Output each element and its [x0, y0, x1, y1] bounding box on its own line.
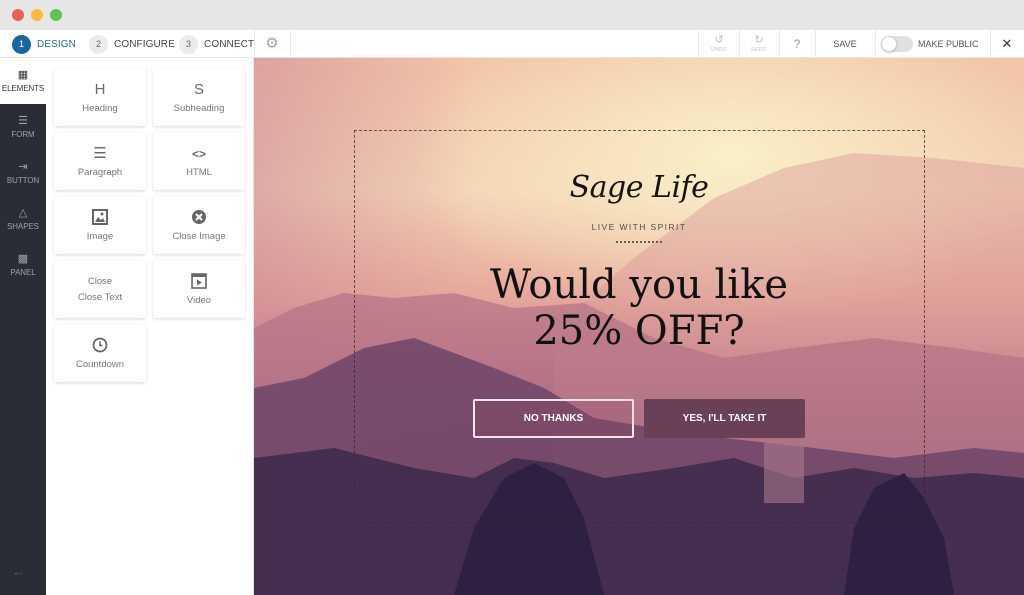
close-editor-button[interactable]: ✕ [990, 30, 1024, 58]
element-tile-subheading[interactable]: S Subheading [153, 68, 245, 126]
tile-label: Countdown [75, 358, 125, 370]
code-icon: <> [191, 146, 206, 161]
step-number: 3 [179, 34, 198, 54]
element-tile-close-image[interactable]: Close Image [153, 196, 245, 254]
panel-hatch-icon: ▩ [17, 253, 29, 265]
make-public-label: MAKE PUBLIC [918, 39, 979, 49]
divider [875, 30, 876, 58]
redo-label: REDO [751, 47, 767, 53]
gear-icon[interactable]: ⚙ [264, 36, 280, 52]
rail-item-shapes[interactable]: △ SHAPES [0, 196, 46, 242]
redo-icon: ↻ [754, 34, 764, 46]
popup-headline[interactable]: Would you like 25% OFF? [254, 262, 1024, 354]
element-tile-html[interactable]: <> HTML [153, 132, 245, 190]
brand-logo[interactable]: Sage Life [254, 170, 1024, 205]
undo-label: UNDO [711, 47, 727, 53]
tile-label: Paragraph [77, 166, 123, 178]
element-tile-paragraph[interactable]: ☰ Paragraph [54, 132, 146, 190]
no-thanks-button[interactable]: NO THANKS [473, 399, 634, 438]
rail-item-elements[interactable]: ▦ ELEMENTS [0, 58, 46, 104]
element-tile-video[interactable]: Video [153, 260, 245, 318]
element-tile-close-text[interactable]: Close Close Text [54, 260, 146, 318]
step-label: DESIGN [37, 38, 76, 50]
help-icon: ? [793, 37, 801, 51]
top-toolbar: 1 DESIGN 2 CONFIGURE 3 CONNECT ⚙ ↺ UNDO … [0, 30, 1024, 58]
step-number: 1 [12, 34, 31, 54]
element-tile-countdown[interactable]: Countdown [54, 324, 146, 382]
tile-label: HTML [186, 166, 212, 178]
tile-label: Heading [82, 102, 118, 114]
redo-button[interactable]: ↻ REDO [739, 30, 779, 58]
left-rail: ▦ ELEMENTS ☰ FORM ⇥ BUTTON △ SHAPES ▩ PA… [0, 58, 46, 595]
step-label: CONFIGURE [114, 38, 175, 50]
window-minimize-button[interactable] [31, 9, 43, 21]
rail-label: ELEMENTS [1, 84, 45, 93]
undo-icon: ↺ [714, 34, 724, 46]
help-button[interactable]: ? [779, 30, 815, 58]
divider [290, 30, 291, 58]
rail-label: BUTTON [6, 176, 40, 185]
rail-label: SHAPES [7, 222, 39, 231]
accept-offer-button[interactable]: YES, I'LL TAKE IT [644, 399, 805, 438]
grid-icon: ▦ [17, 69, 29, 81]
tile-label: Close Image [172, 230, 226, 242]
tile-label: Video [186, 294, 212, 306]
shapes-icon: △ [18, 207, 28, 219]
element-tile-image[interactable]: Image [54, 196, 146, 254]
step-label: CONNECT [204, 38, 255, 50]
element-tile-heading[interactable]: H Heading [54, 68, 146, 126]
step-design[interactable]: 1 DESIGN [12, 34, 76, 54]
make-public-toggle[interactable] [881, 36, 913, 52]
window-titlebar [0, 0, 1024, 30]
close-text-preview: Close [87, 276, 113, 287]
paragraph-icon: ☰ [93, 144, 107, 162]
close-circle-icon [191, 209, 207, 227]
rail-label: FORM [11, 130, 35, 139]
popup-canvas[interactable]: Sage Life LIVE WITH SPIRIT Would you lik… [254, 58, 1024, 595]
divider-dots [616, 241, 662, 243]
window-close-button[interactable] [12, 9, 24, 21]
button-icon: ⇥ [18, 161, 28, 173]
arrow-left-icon[interactable]: ← [12, 564, 25, 579]
save-button[interactable]: SAVE [815, 30, 875, 58]
tile-label: Image [86, 230, 114, 242]
headline-line-1: Would you like [489, 262, 788, 308]
tile-label: Subheading [173, 102, 225, 114]
form-list-icon: ☰ [18, 115, 28, 127]
rail-item-button[interactable]: ⇥ BUTTON [0, 150, 46, 196]
rail-label: PANEL [10, 268, 36, 277]
step-configure[interactable]: 2 CONFIGURE [89, 34, 175, 54]
undo-button[interactable]: ↺ UNDO [699, 30, 739, 58]
brand-tagline[interactable]: LIVE WITH SPIRIT [254, 222, 1024, 232]
video-icon [191, 272, 207, 291]
heading-icon: H [94, 80, 106, 98]
rail-item-panel[interactable]: ▩ PANEL [0, 242, 46, 288]
close-icon: ✕ [1001, 36, 1013, 51]
rail-item-form[interactable]: ☰ FORM [0, 104, 46, 150]
image-icon [92, 208, 108, 227]
headline-line-2: 25% OFF? [533, 308, 745, 354]
window-maximize-button[interactable] [50, 9, 62, 21]
toggle-knob [881, 36, 897, 52]
tile-label: Close Text [77, 292, 123, 303]
step-connect[interactable]: 3 CONNECT [179, 34, 254, 54]
clock-icon [92, 337, 108, 355]
step-number: 2 [89, 34, 108, 54]
divider [254, 30, 255, 58]
subheading-icon: S [193, 80, 204, 98]
elements-panel: H Heading S Subheading ☰ Paragraph <> HT… [46, 58, 254, 595]
